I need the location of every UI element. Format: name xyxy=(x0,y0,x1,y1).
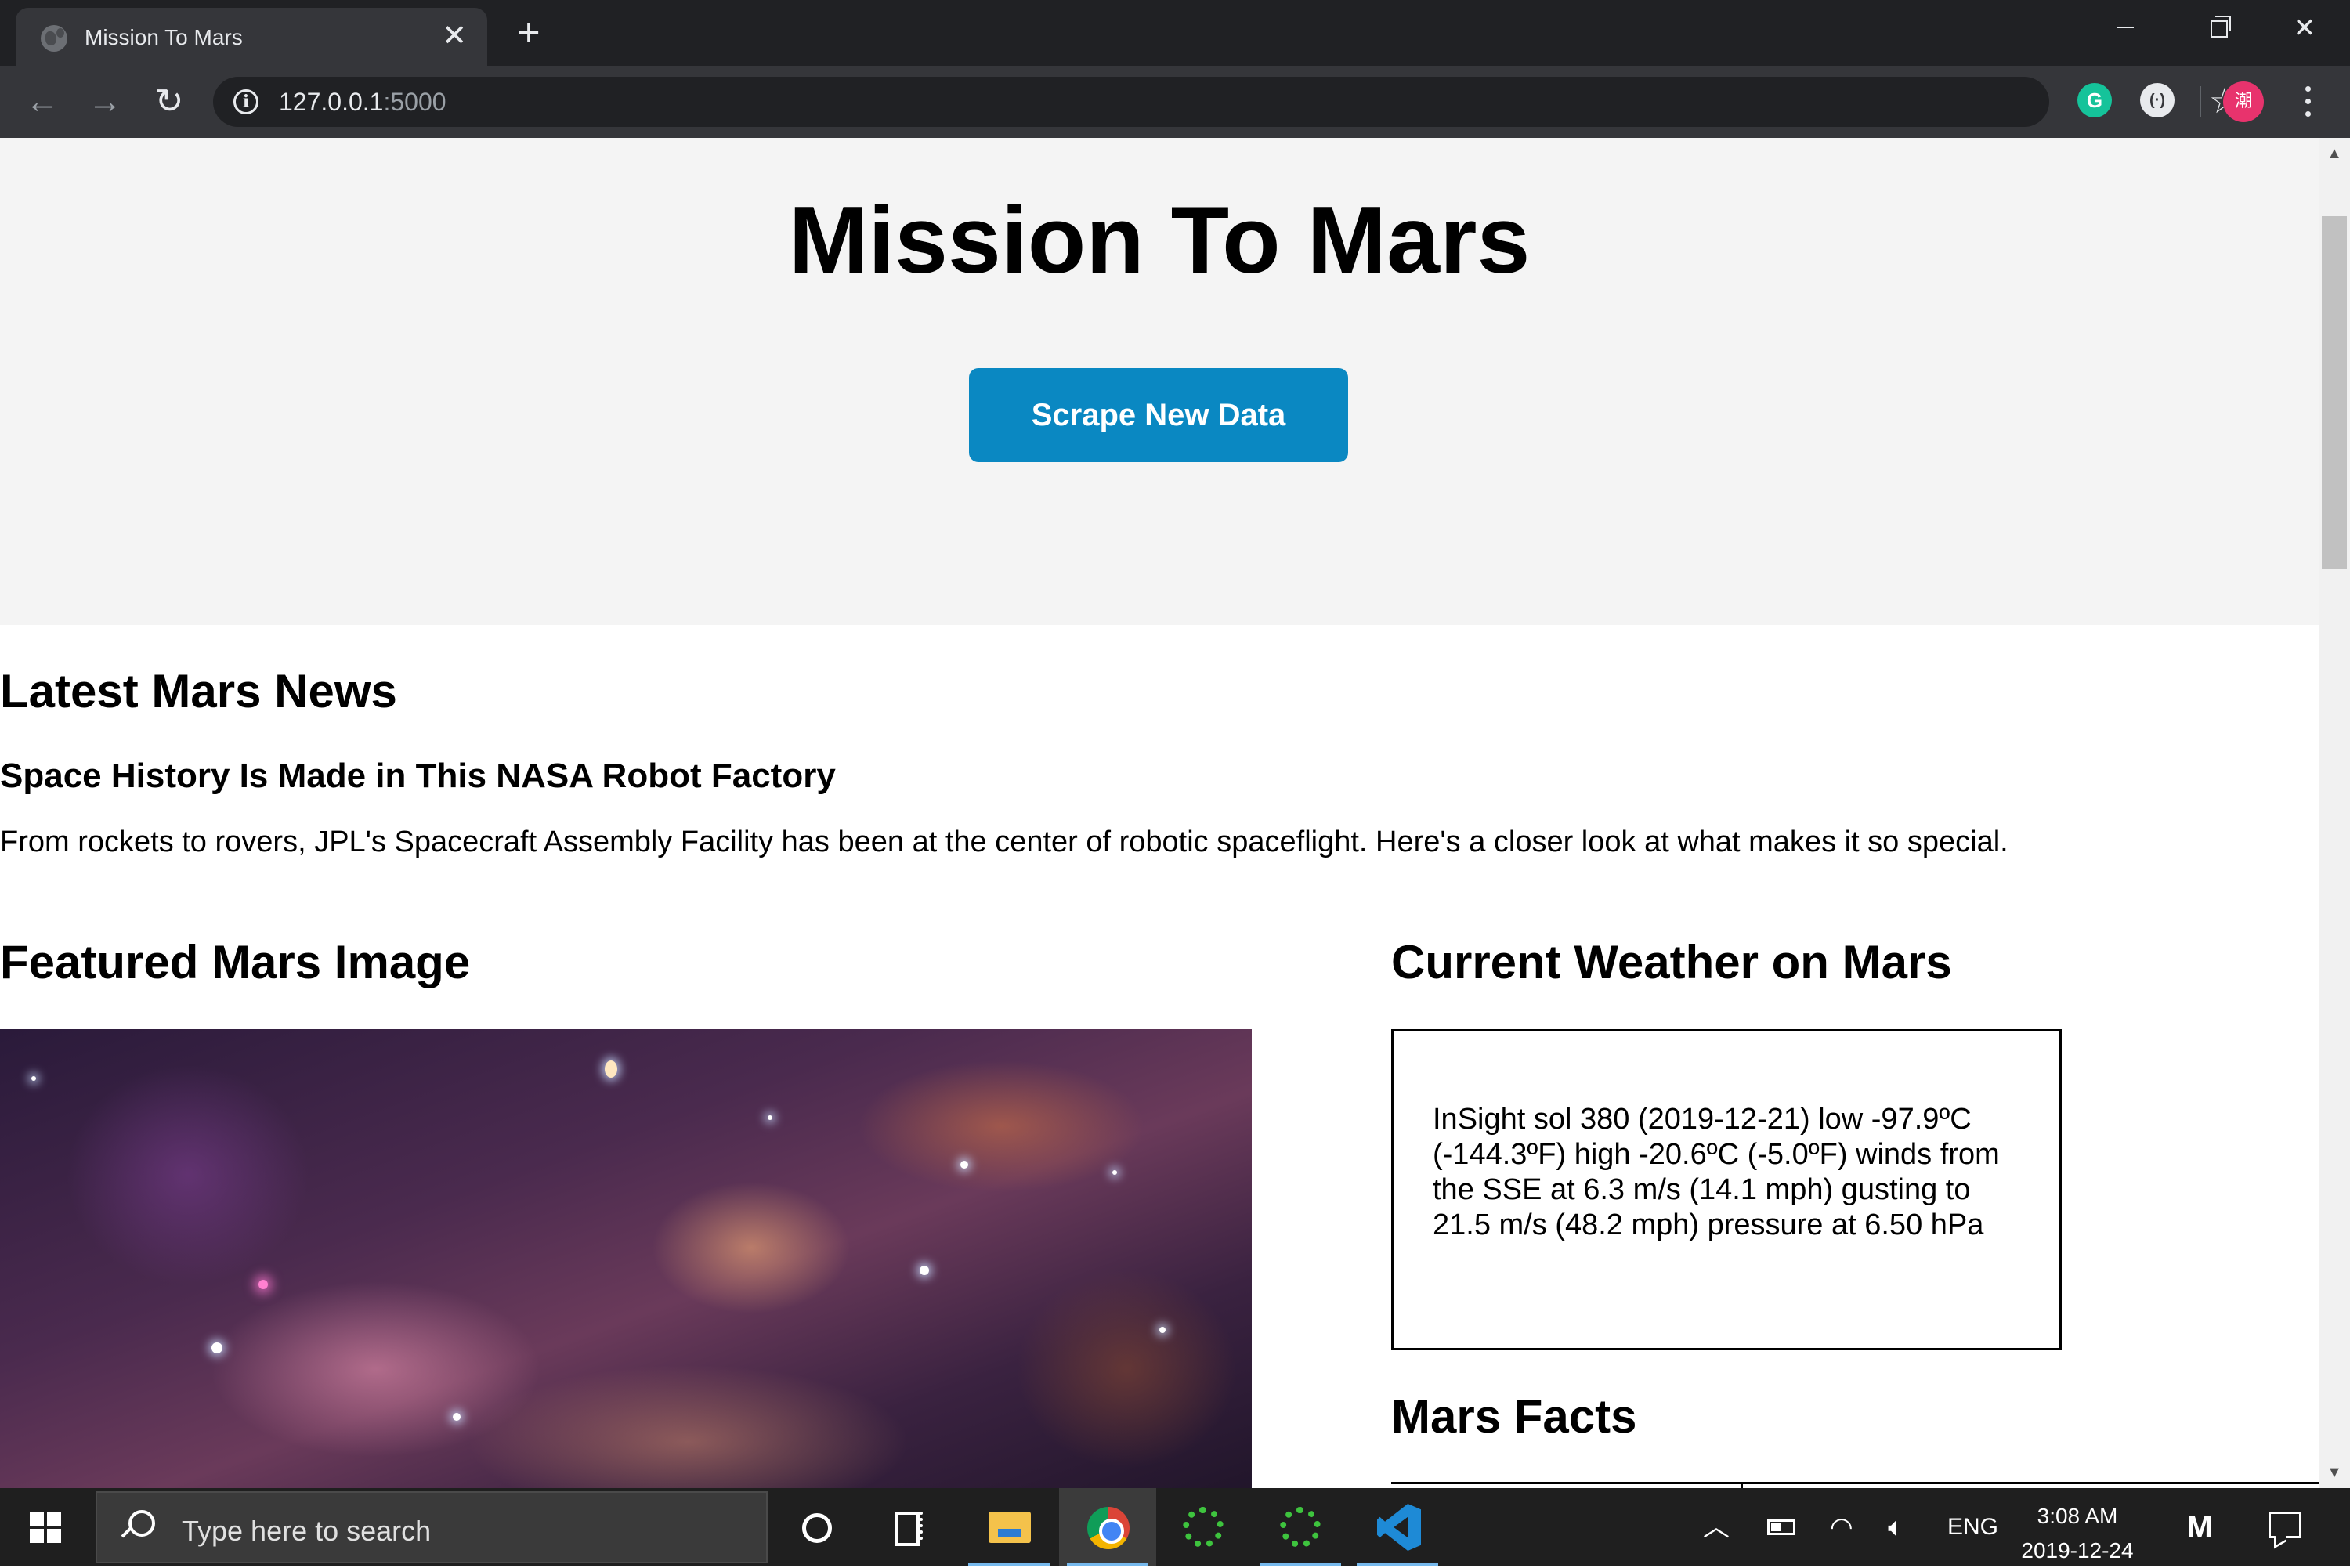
close-tab-icon[interactable]: ✕ xyxy=(439,20,470,52)
star-mark xyxy=(960,1161,968,1169)
star-mark xyxy=(1112,1170,1117,1175)
extension-icon[interactable]: (·) xyxy=(2140,83,2175,117)
clock-time: 3:08 AM xyxy=(2037,1504,2118,1528)
running-indicator xyxy=(968,1563,1050,1566)
url-port: :5000 xyxy=(383,88,446,116)
loading-ring-icon xyxy=(1183,1507,1224,1548)
running-indicator xyxy=(1357,1563,1438,1566)
start-button[interactable] xyxy=(0,1488,92,1566)
address-bar[interactable]: i 127.0.0.1:5000 ☆ xyxy=(213,77,2240,127)
weather-heading: Current Weather on Mars xyxy=(1391,936,1952,988)
featured-mars-image xyxy=(0,1029,1252,1488)
grammarly-extension-icon[interactable]: G xyxy=(2077,83,2112,117)
close-window-button[interactable]: ✕ xyxy=(2265,6,2344,50)
file-explorer-icon[interactable] xyxy=(960,1488,1058,1566)
kebab-menu-icon[interactable] xyxy=(2294,81,2322,122)
table-column-divider xyxy=(1741,1482,1743,1488)
vscode-icon[interactable] xyxy=(1349,1488,1446,1566)
page-viewport: Mission To Mars Scrape New Data Latest M… xyxy=(0,138,2319,1488)
star-mark xyxy=(212,1342,222,1353)
tray-app-icon[interactable]: M xyxy=(2178,1510,2222,1545)
page-title: Mission To Mars xyxy=(788,186,1531,293)
volume-icon[interactable]: 🔈︎ xyxy=(1888,1488,1904,1566)
input-language[interactable]: ENG xyxy=(1947,1488,1998,1566)
browser-toolbar: ← → ↻ i 127.0.0.1:5000 ☆ G (·) 潮 xyxy=(0,66,2350,138)
clock-date: 2019-12-24 xyxy=(2021,1538,2134,1563)
browser-tab-bar: Mission To Mars ✕ + ✕ xyxy=(0,0,2350,66)
star-mark xyxy=(605,1060,617,1078)
url-host: 127.0.0.1 xyxy=(279,88,384,116)
forward-button[interactable]: → xyxy=(85,81,125,122)
featured-image-heading: Featured Mars Image xyxy=(0,936,471,988)
scroll-down-arrow-icon[interactable]: ▼ xyxy=(2319,1457,2350,1488)
star-mark xyxy=(768,1115,772,1120)
star-mark xyxy=(31,1076,36,1081)
browser-tab[interactable]: Mission To Mars ✕ xyxy=(16,8,487,66)
star-mark xyxy=(258,1280,268,1289)
mars-facts-table xyxy=(1391,1482,2319,1488)
show-hidden-icons-chevron-icon[interactable]: ︿ xyxy=(1703,1488,1730,1566)
reload-button[interactable]: ↻ xyxy=(149,81,190,122)
chrome-taskbar-icon[interactable] xyxy=(1059,1488,1156,1566)
url-text[interactable]: 127.0.0.1:5000 xyxy=(279,88,446,117)
page-scrollbar[interactable]: ▲ ▼ xyxy=(2319,138,2350,1488)
star-mark xyxy=(1159,1327,1166,1333)
weather-card: InSight sol 380 (2019-12-21) low -97.9ºC… xyxy=(1391,1029,2062,1350)
search-icon xyxy=(121,1510,155,1545)
green-app-icon[interactable] xyxy=(1155,1488,1252,1566)
green-app-icon[interactable] xyxy=(1252,1488,1349,1566)
search-placeholder: Type here to search xyxy=(182,1515,432,1547)
running-indicator xyxy=(1067,1563,1148,1566)
minimize-window-button[interactable] xyxy=(2087,6,2165,50)
task-view-icon[interactable] xyxy=(862,1488,959,1566)
battery-icon[interactable] xyxy=(1767,1519,1795,1535)
scrollbar-thumb[interactable] xyxy=(2322,216,2347,569)
chrome-logo-icon xyxy=(1087,1507,1130,1549)
info-icon[interactable]: i xyxy=(233,89,258,114)
mars-facts-heading: Mars Facts xyxy=(1391,1390,1637,1443)
toolbar-divider xyxy=(2200,86,2201,117)
news-title: Space History Is Made in This NASA Robot… xyxy=(0,757,836,795)
vscode-logo-icon xyxy=(1377,1504,1421,1551)
scrape-new-data-button[interactable]: Scrape New Data xyxy=(969,368,1348,462)
latest-news-heading: Latest Mars News xyxy=(0,665,397,717)
star-mark xyxy=(453,1413,461,1421)
running-indicator xyxy=(1260,1563,1341,1566)
loading-ring-icon xyxy=(1280,1507,1321,1548)
weather-text: InSight sol 380 (2019-12-21) low -97.9ºC… xyxy=(1433,1103,2000,1241)
scroll-up-arrow-icon[interactable]: ▲ xyxy=(2319,138,2350,169)
restore-window-button[interactable] xyxy=(2178,6,2256,50)
wifi-icon[interactable]: ◠ xyxy=(1830,1488,1853,1566)
jumbotron: Mission To Mars Scrape New Data xyxy=(0,138,2319,625)
globe-icon xyxy=(41,25,67,52)
star-mark xyxy=(920,1266,929,1275)
notifications-icon[interactable] xyxy=(2269,1512,2301,1538)
tab-title: Mission To Mars xyxy=(85,25,243,49)
profile-avatar[interactable]: 潮 xyxy=(2223,81,2264,122)
back-button[interactable]: ← xyxy=(22,81,63,122)
new-tab-button[interactable]: + xyxy=(511,13,547,52)
cortana-icon[interactable] xyxy=(768,1488,865,1566)
taskbar-search-box[interactable]: Type here to search xyxy=(96,1491,768,1563)
system-clock[interactable]: 3:08 AM 2019-12-24 xyxy=(2015,1499,2140,1568)
windows-logo-icon xyxy=(30,1512,61,1543)
news-paragraph: From rockets to rovers, JPL's Spacecraft… xyxy=(0,826,2008,858)
windows-taskbar: Type here to search ︿ ◠ 🔈︎ ENG 3:08 AM 2… xyxy=(0,1488,2350,1566)
